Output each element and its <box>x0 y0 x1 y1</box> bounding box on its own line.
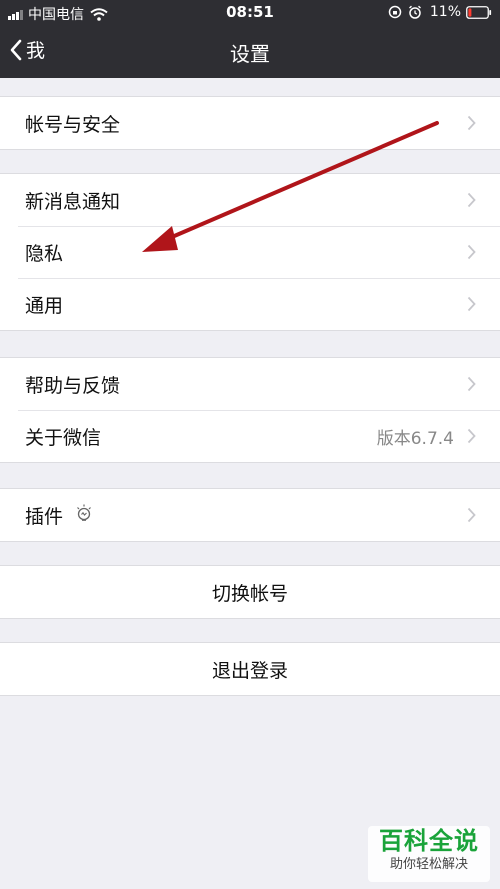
watermark-title: 百科全说 <box>379 827 479 855</box>
row-label: 隐私 <box>25 242 64 265</box>
account-security-item[interactable]: 帐号与安全 <box>0 97 500 149</box>
row-label: 帐号与安全 <box>25 113 121 136</box>
alarm-icon <box>408 5 422 19</box>
notifications-item[interactable]: 新消息通知 <box>0 174 500 226</box>
navigation-bar: 我 设置 <box>0 26 500 78</box>
settings-group-general: 新消息通知 隐私 通用 <box>0 173 500 331</box>
row-label: 新消息通知 <box>25 190 121 213</box>
settings-group-help: 帮助与反馈 关于微信 版本6.7.4 <box>0 357 500 463</box>
battery-icon <box>466 5 492 19</box>
switch-account-button[interactable]: 切换帐号 <box>0 566 500 618</box>
logout-label: 退出登录 <box>211 659 288 682</box>
lightbulb-icon <box>75 503 93 527</box>
rotation-lock-icon <box>388 5 402 19</box>
general-item[interactable]: 通用 <box>0 278 500 330</box>
watermark-logo: 百科全说 助你轻松解决 <box>368 826 490 882</box>
chevron-right-icon <box>467 296 476 316</box>
row-label: 通用 <box>25 294 64 317</box>
row-label: 关于微信 <box>25 426 102 449</box>
logout-group: 退出登录 <box>0 642 500 696</box>
chevron-right-icon <box>467 376 476 396</box>
status-right: 11% <box>388 4 492 20</box>
page-title: 设置 <box>230 42 270 66</box>
chevron-right-icon <box>467 244 476 264</box>
chevron-right-icon <box>467 115 476 135</box>
version-value: 版本6.7.4 <box>376 428 454 449</box>
chevron-right-icon <box>467 428 476 448</box>
row-label: 帮助与反馈 <box>25 374 121 397</box>
chevron-right-icon <box>467 507 476 527</box>
status-bar: 中国电信 08:51 11% <box>0 0 500 26</box>
about-wechat-item[interactable]: 关于微信 版本6.7.4 <box>0 410 500 462</box>
row-label: 插件 <box>25 505 64 528</box>
watermark-subtitle: 助你轻松解决 <box>389 857 468 872</box>
help-feedback-item[interactable]: 帮助与反馈 <box>0 358 500 410</box>
settings-group-plugins: 插件 <box>0 488 500 542</box>
settings-group-account: 帐号与安全 <box>0 96 500 150</box>
plugins-item[interactable]: 插件 <box>0 489 500 541</box>
privacy-item[interactable]: 隐私 <box>0 226 500 278</box>
logout-button[interactable]: 退出登录 <box>0 643 500 695</box>
switch-account-group: 切换帐号 <box>0 565 500 619</box>
chevron-right-icon <box>467 192 476 212</box>
switch-account-label: 切换帐号 <box>211 582 288 605</box>
battery-percent: 11% <box>429 4 461 20</box>
